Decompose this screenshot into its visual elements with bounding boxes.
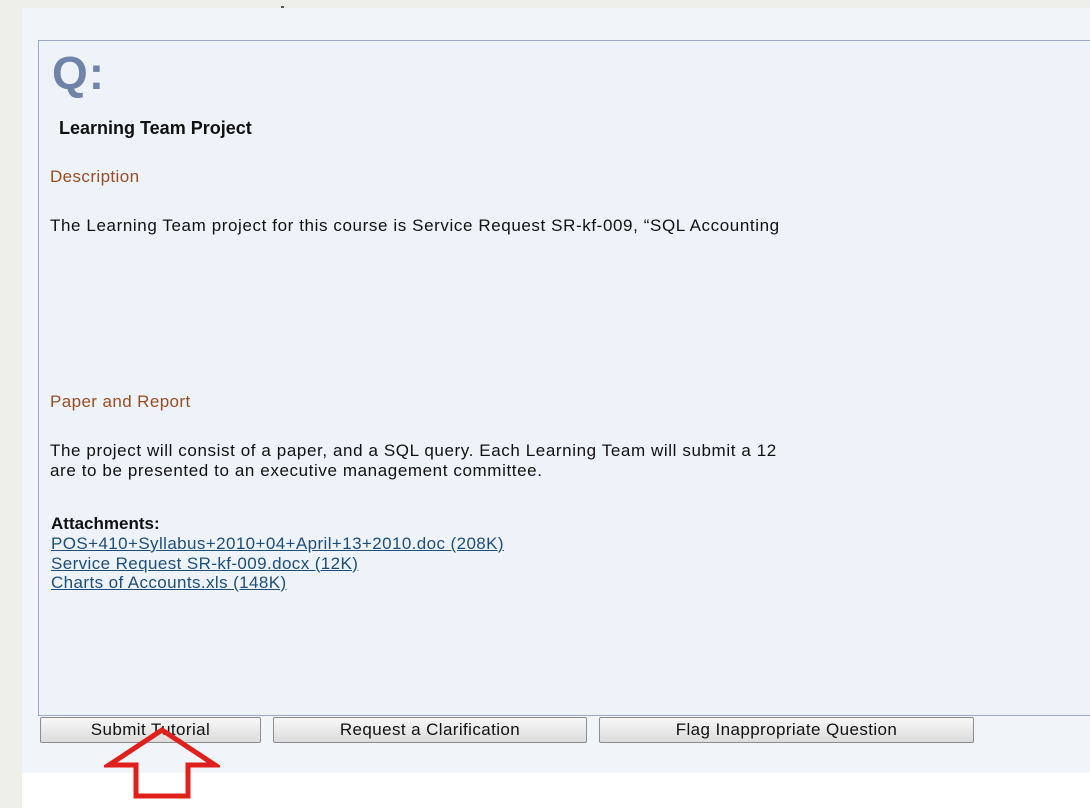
attachments-list: POS+410+Syllabus+2010+04+April+13+2010.d…	[51, 534, 504, 593]
attachments-heading: Attachments:	[51, 514, 160, 533]
flag-inappropriate-button[interactable]: Flag Inappropriate Question	[599, 717, 974, 743]
question-label: Q:	[52, 47, 106, 99]
attachment-link-service-request[interactable]: Service Request SR-kf-009.docx (12K)	[51, 554, 358, 573]
cursor-mark	[281, 6, 284, 8]
description-heading: Description	[50, 167, 140, 186]
page: Q: Learning Team Project Description The…	[0, 0, 1090, 808]
top-margin	[0, 0, 1090, 8]
paper-report-text-line-1: The project will consist of a paper, and…	[50, 441, 777, 460]
left-margin	[0, 0, 22, 808]
red-up-arrow-icon	[104, 727, 220, 799]
attachment-item: Service Request SR-kf-009.docx (12K)	[51, 554, 504, 574]
attachment-item: Charts of Accounts.xls (148K)	[51, 573, 504, 593]
attachment-link-charts-of-accounts[interactable]: Charts of Accounts.xls (148K)	[51, 573, 287, 592]
request-clarification-button[interactable]: Request a Clarification	[273, 717, 587, 743]
question-box	[38, 40, 1090, 716]
description-text: The Learning Team project for this cours…	[50, 216, 780, 235]
paper-report-heading: Paper and Report	[50, 392, 191, 411]
question-title: Learning Team Project	[59, 118, 252, 138]
attachment-link-syllabus[interactable]: POS+410+Syllabus+2010+04+April+13+2010.d…	[51, 534, 504, 553]
paper-report-text-line-2: are to be presented to an executive mana…	[50, 461, 543, 480]
attachment-item: POS+410+Syllabus+2010+04+April+13+2010.d…	[51, 534, 504, 554]
